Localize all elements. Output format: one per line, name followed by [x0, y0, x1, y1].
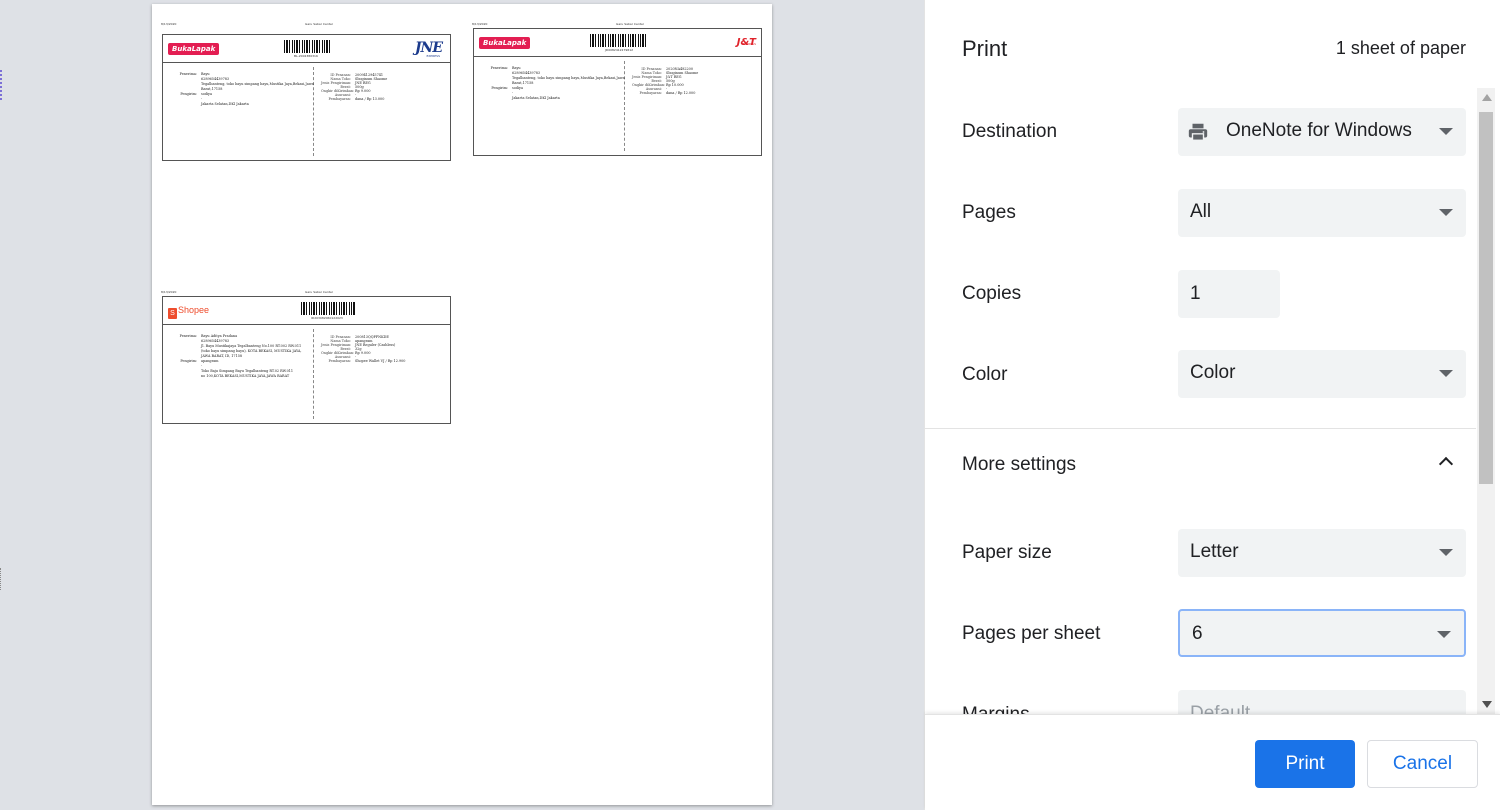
copies-input[interactable]: 1 [1178, 270, 1280, 318]
tracking-number: ID203982060122023 [311, 316, 343, 320]
scroll-down-arrow-icon[interactable] [1482, 701, 1492, 708]
print-preview-area: 8/13/2020 Garu Sabar Center BukaLapak BL… [0, 0, 924, 810]
pages-per-sheet-value: 6 [1192, 623, 1203, 644]
tracking-number: BL-2002380316 [294, 54, 318, 58]
paper-size-label: Paper size [962, 542, 1052, 563]
label-fields: ID Pesanan: 200813QQPFNKDE Nama Toko: apan… [321, 335, 406, 363]
cancel-button[interactable]: Cancel [1367, 740, 1478, 788]
bukalapak-logo: BukaLapak [168, 43, 220, 55]
shipping-label: BukaLapak BL-2002380316 JNE EXPRESS Pene… [162, 34, 451, 161]
color-value: Color [1190, 362, 1236, 383]
pages-label: Pages [962, 202, 1016, 223]
label-header: BukaLapak JD0082412279812 J&T EXPRESS [474, 29, 761, 57]
scrollbar-thumb[interactable] [1479, 112, 1493, 484]
print-title: Print [962, 36, 1008, 61]
preview-page: 8/13/2020 Garu Sabar Center BukaLapak BL… [152, 4, 772, 805]
destination-label: Destination [962, 121, 1058, 142]
caret-down-icon [1439, 128, 1453, 135]
copies-value: 1 [1190, 283, 1201, 304]
tracking-number: JD0082412279812 [605, 48, 634, 52]
label-header: S Shopee ID203982060122023 [163, 297, 450, 325]
paper-size-select[interactable]: Letter [1178, 529, 1466, 577]
label-divider [313, 329, 314, 419]
margins-value: Default [1190, 703, 1251, 714]
paper-size-value: Letter [1190, 541, 1239, 562]
more-settings-toggle[interactable]: More settings [962, 454, 1076, 476]
penerima-block: Penerima: Bayu 6289654439783 Tegalbanteng… [179, 72, 314, 106]
label-header-center: Garu Sabar Center [616, 22, 645, 26]
label-date: 8/13/2020 [472, 22, 488, 26]
barcode-icon [284, 40, 332, 53]
caret-down-icon [1439, 209, 1453, 216]
barcode-icon [301, 302, 356, 315]
pages-select[interactable]: All [1178, 189, 1466, 237]
penerima-block: Penerima: Bayu Aditya Pradana 62896544397… [179, 334, 302, 378]
color-label: Color [962, 364, 1008, 385]
sheet-count: 1 sheet of paper [1335, 38, 1466, 58]
dialog-footer: Print Cancel [925, 714, 1500, 810]
jt-express-text: EXPRESS [742, 42, 756, 46]
pages-per-sheet-label: Pages per sheet [962, 623, 1101, 644]
label-fields: ID Pesanan: 2020NA482200 Nama Toko: Sbogin… [632, 67, 699, 95]
label-header: BukaLapak BL-2002380316 JNE EXPRESS [163, 35, 450, 63]
pages-per-sheet-select[interactable]: 6 [1178, 609, 1466, 657]
section-divider [925, 428, 1476, 429]
print-settings-panel: Print 1 sheet of paper Destination OneNo… [924, 0, 1500, 810]
page-edge-mark [0, 568, 3, 590]
caret-down-icon [1439, 549, 1453, 556]
copies-label: Copies [962, 283, 1022, 304]
shipping-label: S Shopee ID203982060122023 Penerima: Bayu … [162, 296, 451, 424]
barcode-icon [590, 34, 646, 47]
shipping-label: BukaLapak JD0082412279812 J&T EXPRESS Pe… [473, 28, 762, 156]
label-fields: ID Pesanan: 2009412945741 Nama Toko: Sbogi… [321, 73, 388, 101]
bukalapak-logo: BukaLapak [479, 37, 531, 49]
label-date: 8/13/2020 [161, 290, 177, 294]
print-button[interactable]: Print [1255, 740, 1355, 788]
destination-value: OneNote for Windows [1226, 120, 1412, 141]
page-edge-mark [0, 70, 4, 100]
penerima-block: Penerima: Bayu 6289654439783 Tegalbanteng… [490, 66, 625, 100]
scroll-up-arrow-icon[interactable] [1482, 94, 1492, 101]
caret-down-icon [1437, 631, 1451, 638]
printer-icon [1188, 123, 1208, 141]
caret-down-icon [1439, 370, 1453, 377]
label-date: 8/13/2020 [161, 22, 177, 26]
label-header-center: Garu Sabar Center [305, 22, 334, 26]
settings-scrollbar[interactable] [1477, 88, 1495, 714]
jne-express-text: EXPRESS [426, 54, 440, 58]
chevron-up-icon[interactable] [1438, 456, 1454, 472]
pages-value: All [1190, 201, 1212, 222]
destination-select[interactable]: OneNote for Windows [1178, 108, 1466, 156]
label-header-center: Garu Sabar Center [305, 290, 334, 294]
margins-select[interactable]: Default [1178, 690, 1466, 714]
shopee-bag-icon: S [168, 308, 177, 319]
color-select[interactable]: Color [1178, 350, 1466, 398]
shopee-logo: S Shopee [168, 305, 209, 319]
